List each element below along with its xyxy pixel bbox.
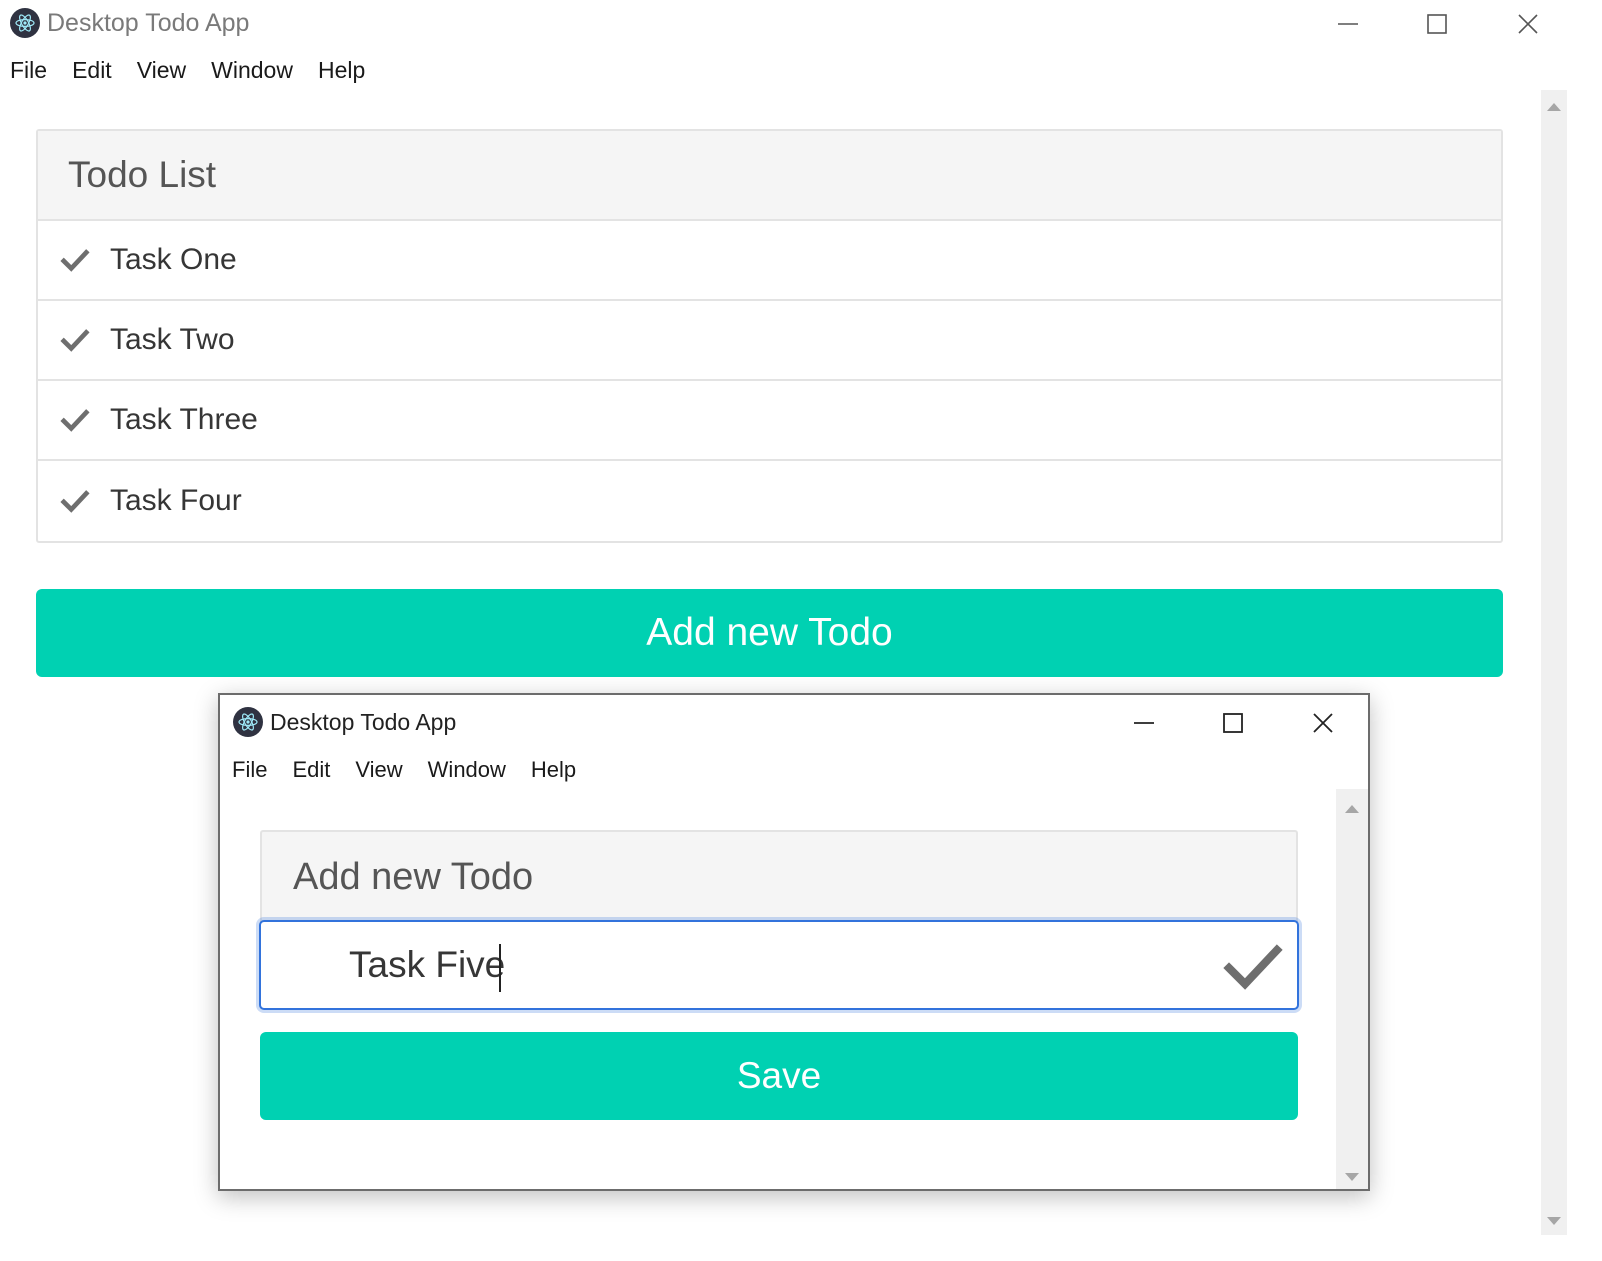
dialog-maximize-button[interactable]	[1203, 701, 1263, 745]
checkmark-icon	[1223, 944, 1283, 990]
minimize-icon	[1134, 722, 1154, 724]
todo-item[interactable]: Task Two	[38, 301, 1501, 381]
menu-help[interactable]: Help	[318, 57, 365, 84]
todo-item-label: Task One	[110, 243, 237, 276]
checkmark-icon	[60, 244, 92, 276]
window-title: Desktop Todo App	[47, 9, 250, 37]
menu-file[interactable]: File	[10, 57, 47, 84]
todo-input[interactable]	[261, 922, 1297, 1008]
text-caret	[499, 944, 501, 992]
scroll-up-icon[interactable]	[1541, 95, 1567, 119]
menu-window[interactable]: Window	[428, 757, 506, 783]
scroll-down-icon[interactable]	[1336, 1165, 1368, 1189]
checkmark-icon	[60, 404, 92, 436]
dialog-heading: Add new Todo	[260, 830, 1298, 922]
menu-view[interactable]: View	[355, 757, 402, 783]
close-icon	[1313, 713, 1333, 733]
dialog-minimize-button[interactable]	[1114, 701, 1174, 745]
main-menubar: File Edit View Window Help	[10, 57, 390, 84]
todo-item-label: Task Two	[110, 323, 235, 356]
dialog-menubar: File Edit View Window Help	[232, 757, 601, 783]
save-button[interactable]: Save	[260, 1032, 1298, 1120]
maximize-button[interactable]	[1407, 2, 1467, 46]
electron-app-icon	[10, 8, 40, 38]
scroll-down-icon[interactable]	[1541, 1209, 1567, 1233]
todo-list-panel: Todo List Task One Task Two Task Three T…	[36, 129, 1503, 543]
todo-input-field[interactable]	[259, 920, 1299, 1010]
menu-file[interactable]: File	[232, 757, 267, 783]
panel-heading: Todo List	[38, 131, 1501, 221]
todo-item-label: Task Four	[110, 484, 242, 517]
scroll-up-icon[interactable]	[1336, 797, 1368, 821]
main-titlebar[interactable]: Desktop Todo App	[0, 0, 1602, 48]
dialog-scrollbar[interactable]	[1336, 789, 1368, 1189]
close-button[interactable]	[1498, 2, 1558, 46]
todo-item[interactable]: Task Four	[38, 461, 1501, 541]
add-new-todo-button[interactable]: Add new Todo	[36, 589, 1503, 677]
dialog-titlebar[interactable]: Desktop Todo App	[220, 695, 1368, 743]
minimize-button[interactable]	[1318, 2, 1378, 46]
menu-view[interactable]: View	[137, 57, 186, 84]
close-icon	[1518, 14, 1538, 34]
menu-help[interactable]: Help	[531, 757, 576, 783]
checkmark-icon	[60, 485, 92, 517]
todo-item[interactable]: Task One	[38, 221, 1501, 301]
electron-app-icon	[233, 707, 263, 737]
todo-item[interactable]: Task Three	[38, 381, 1501, 461]
menu-edit[interactable]: Edit	[72, 57, 112, 84]
maximize-icon	[1223, 713, 1243, 733]
menu-window[interactable]: Window	[211, 57, 293, 84]
menu-edit[interactable]: Edit	[292, 757, 330, 783]
todo-item-label: Task Three	[110, 403, 258, 436]
checkmark-icon	[60, 324, 92, 356]
main-scrollbar[interactable]	[1541, 90, 1567, 1235]
maximize-icon	[1427, 14, 1447, 34]
dialog-close-button[interactable]	[1293, 701, 1353, 745]
minimize-icon	[1338, 23, 1358, 25]
add-todo-dialog: Desktop Todo App File Edit View Window H…	[218, 693, 1370, 1191]
dialog-title: Desktop Todo App	[270, 709, 457, 735]
